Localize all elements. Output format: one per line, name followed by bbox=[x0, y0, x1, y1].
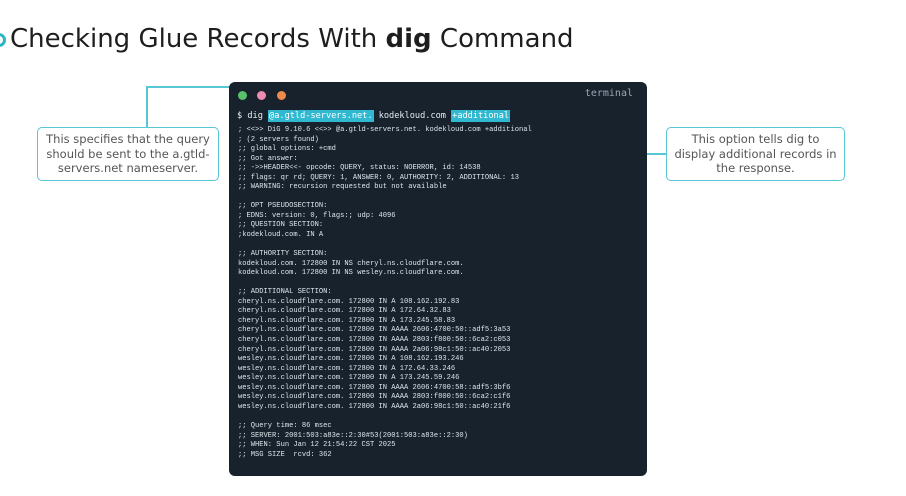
additional-callout: This option tells dig to display additio… bbox=[666, 127, 845, 181]
output-line: ;; QUESTION SECTION: bbox=[238, 221, 324, 230]
output-line: wesley.ns.cloudflare.com. 172800 IN AAAA… bbox=[238, 402, 511, 411]
output-line: cheryl.ns.cloudflare.com. 172800 IN AAAA… bbox=[238, 345, 511, 354]
additional-option: +additional bbox=[451, 110, 511, 122]
output-line: ;; Query time: 86 msec bbox=[238, 421, 332, 430]
output-line: ;; global options: +cmd bbox=[238, 145, 336, 154]
output-line: cheryl.ns.cloudflare.com. 172800 IN AAAA… bbox=[238, 326, 511, 335]
output-line: ;; ADDITIONAL SECTION: bbox=[238, 288, 332, 297]
server-callout: This specifies that the query should be … bbox=[37, 127, 219, 181]
domain-argument: kodekloud.com bbox=[373, 111, 452, 121]
output-line: wesley.ns.cloudflare.com. 172800 IN A 17… bbox=[238, 374, 460, 383]
output-line: ;; MSG SIZE rcvd: 362 bbox=[238, 450, 332, 459]
output-line: ;; flags: qr rd; QUERY: 1, ANSWER: 0, AU… bbox=[238, 173, 519, 182]
output-line: ; (2 servers found) bbox=[238, 135, 319, 144]
left-connector-vertical bbox=[146, 86, 148, 128]
output-line: ;; Got answer: bbox=[238, 154, 298, 163]
output-line: wesley.ns.cloudflare.com. 172800 IN AAAA… bbox=[238, 393, 511, 402]
output-line: cheryl.ns.cloudflare.com. 172800 IN AAAA… bbox=[238, 336, 511, 345]
output-line: cheryl.ns.cloudflare.com. 172800 IN A 17… bbox=[238, 316, 456, 325]
output-line: ;; WHEN: Sun Jan 12 21:54:22 CST 2025 bbox=[238, 441, 396, 450]
window-minimize-icon[interactable] bbox=[257, 91, 266, 100]
title-command: dig bbox=[385, 24, 432, 54]
slide-title: Checking Glue Records With dig Command bbox=[10, 24, 574, 54]
title-bullet-icon bbox=[0, 33, 6, 47]
additional-callout-text: This option tells dig to display additio… bbox=[674, 132, 837, 176]
title-prefix: Checking Glue Records With bbox=[10, 24, 386, 54]
output-line: cheryl.ns.cloudflare.com. 172800 IN A 10… bbox=[238, 297, 460, 306]
output-line: ; EDNS: version: 0, flags:; udp: 4096 bbox=[238, 211, 396, 220]
output-line: ;; OPT PSEUDOSECTION: bbox=[238, 202, 328, 211]
output-line: wesley.ns.cloudflare.com. 172800 IN A 17… bbox=[238, 364, 456, 373]
command-line[interactable]: $ dig @a.gtld-servers.net. kodekloud.com… bbox=[237, 110, 511, 123]
output-line: kodekloud.com. 172800 IN NS wesley.ns.cl… bbox=[238, 269, 464, 278]
output-line: ;; WARNING: recursion requested but not … bbox=[238, 183, 447, 192]
output-line: ;; AUTHORITY SECTION: bbox=[238, 250, 328, 259]
output-line: wesley.ns.cloudflare.com. 172800 IN AAAA… bbox=[238, 383, 511, 392]
terminal-window[interactable]: terminal $ dig @a.gtld-servers.net. kode… bbox=[229, 82, 647, 476]
window-maximize-icon[interactable] bbox=[238, 91, 247, 100]
output-line: cheryl.ns.cloudflare.com. 172800 IN A 17… bbox=[238, 307, 451, 316]
server-callout-text: This specifies that the query should be … bbox=[46, 132, 210, 176]
output-line: ;; SERVER: 2001:503:a83e::2:30#53(2001:5… bbox=[238, 431, 468, 440]
output-line: kodekloud.com. 172800 IN NS cheryl.ns.cl… bbox=[238, 259, 464, 268]
terminal-output: ; <<>> DiG 9.10.6 <<>> @a.gtld-servers.n… bbox=[238, 126, 532, 460]
terminal-title: terminal bbox=[584, 88, 633, 99]
output-line: wesley.ns.cloudflare.com. 172800 IN A 10… bbox=[238, 355, 464, 364]
output-line: ;; ->>HEADER<<- opcode: QUERY, status: N… bbox=[238, 164, 481, 173]
command-prompt: $ dig bbox=[237, 111, 269, 121]
output-line: ; <<>> DiG 9.10.6 <<>> @a.gtld-servers.n… bbox=[238, 126, 532, 134]
title-suffix: Command bbox=[431, 24, 574, 54]
window-close-icon[interactable] bbox=[277, 91, 286, 100]
server-argument: @a.gtld-servers.net. bbox=[268, 110, 374, 122]
output-line: ;kodekloud.com. IN A bbox=[238, 231, 324, 240]
